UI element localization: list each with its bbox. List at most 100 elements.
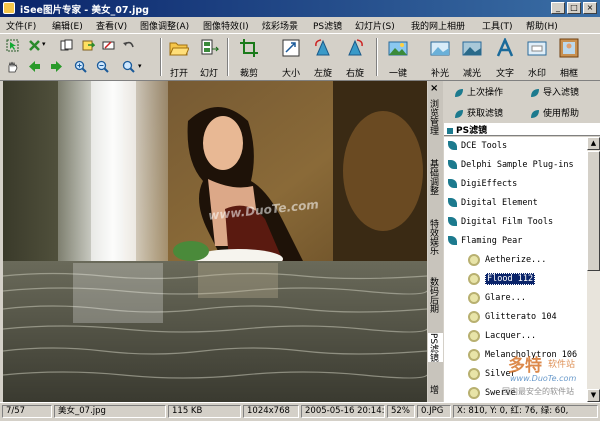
- tab-digital-post[interactable]: 数码后期: [428, 277, 443, 313]
- next-arrow-icon[interactable]: [50, 60, 63, 73]
- last-operation-button[interactable]: 上次操作: [454, 85, 503, 98]
- zoom-in-icon[interactable]: [74, 60, 87, 73]
- hand-pan-icon[interactable]: [6, 60, 19, 73]
- toolbar-separator: [160, 38, 162, 76]
- help-button[interactable]: 使用帮助: [530, 106, 579, 119]
- rotate-left-button[interactable]: 左旋: [307, 36, 339, 79]
- fill-light-icon: [430, 41, 450, 56]
- crop-button[interactable]: 裁剪: [233, 36, 265, 79]
- crop-icon: [240, 39, 258, 57]
- menu-image-adjust[interactable]: 图像调整(A): [140, 19, 189, 32]
- folder-leaf-icon: [448, 141, 457, 150]
- list-item[interactable]: Lacquer...: [468, 327, 536, 345]
- undo-icon[interactable]: [122, 39, 135, 52]
- rotate-left-icon: [315, 39, 330, 56]
- list-item[interactable]: DigiEffects: [448, 175, 517, 193]
- list-item[interactable]: Digital Element: [448, 194, 538, 212]
- open-button[interactable]: 打开: [163, 36, 195, 79]
- status-format: 0.JPG: [417, 405, 451, 418]
- list-item[interactable]: Glare...: [468, 289, 526, 307]
- zoom-out-icon[interactable]: [96, 60, 109, 73]
- list-item[interactable]: Flaming Pear: [448, 232, 522, 250]
- delete-icon[interactable]: [28, 39, 41, 52]
- minimize-button[interactable]: _: [551, 2, 565, 14]
- rotate-right-button[interactable]: 右旋: [339, 36, 371, 79]
- tab-effects[interactable]: 特效娱乐: [428, 219, 443, 255]
- slideshow-icon: [201, 39, 220, 55]
- menu-edit[interactable]: 编辑(E): [52, 19, 83, 32]
- status-filename: 美女_07.jpg: [54, 405, 166, 418]
- window-title: iSee图片专家 - 美女_07.jpg: [20, 5, 149, 16]
- tab-basic-adjust[interactable]: 基础调整: [428, 159, 443, 195]
- menu-web-album[interactable]: 我的网上相册: [411, 19, 465, 32]
- filter-actions: 上次操作 导入滤镜 获取滤镜 使用帮助: [444, 81, 600, 121]
- watermark-icon: [527, 41, 547, 56]
- scroll-down-icon[interactable]: ▼: [587, 389, 600, 402]
- menu-ps-filters[interactable]: PS滤镜: [313, 19, 342, 32]
- list-item[interactable]: Aetherize...: [468, 251, 546, 269]
- tab-browse[interactable]: 浏览管理: [428, 99, 443, 135]
- list-item[interactable]: Silver: [468, 365, 516, 383]
- watermark-button[interactable]: 水印: [521, 36, 553, 79]
- list-item-selected[interactable]: Flood 112: [468, 270, 536, 288]
- small-toolbar: ▾ ▾: [2, 36, 158, 78]
- move-icon[interactable]: [82, 39, 95, 52]
- previous-arrow-icon[interactable]: [28, 60, 41, 73]
- text-icon: [496, 36, 514, 57]
- folder-leaf-icon: [448, 160, 457, 169]
- list-item[interactable]: Melancholytron 106: [468, 346, 577, 364]
- scroll-up-icon[interactable]: ▲: [587, 137, 600, 150]
- fill-light-button[interactable]: 补光: [424, 36, 456, 79]
- toolbar-separator: [376, 38, 378, 76]
- get-filter-button[interactable]: 获取滤镜: [454, 106, 503, 119]
- tab-ps-filters[interactable]: PS滤镜: [428, 333, 443, 363]
- one-click-button[interactable]: 一键: [382, 36, 414, 79]
- rename-icon[interactable]: [102, 39, 115, 52]
- close-button[interactable]: ×: [583, 2, 597, 14]
- zoom-icon[interactable]: [122, 60, 135, 73]
- vertical-tabs: × 浏览管理 基础调整 特效娱乐 数码后期 PS滤镜 增: [428, 81, 443, 402]
- scroll-thumb[interactable]: [587, 151, 600, 271]
- image-canvas[interactable]: www.DuoTe.com: [3, 81, 427, 402]
- import-filter-button[interactable]: 导入滤镜: [530, 85, 579, 98]
- copy-icon[interactable]: [60, 39, 73, 52]
- slideshow-button[interactable]: 幻灯: [193, 36, 225, 79]
- filter-list-scrollbar[interactable]: ▲ ▼: [587, 137, 600, 402]
- filter-list[interactable]: DCE Tools Delphi Sample Plug-ins DigiEff…: [444, 137, 587, 402]
- close-icon[interactable]: ×: [430, 83, 438, 94]
- menu-file[interactable]: 文件(F): [6, 19, 36, 32]
- menu-help[interactable]: 帮助(H): [526, 19, 558, 32]
- list-item[interactable]: Delphi Sample Plug-ins: [448, 156, 574, 174]
- frame-button[interactable]: 相框: [553, 36, 585, 79]
- folder-leaf-icon: [448, 179, 457, 188]
- menu-image-effects[interactable]: 图像特效(I): [203, 19, 249, 32]
- list-item[interactable]: Digital Film Tools: [448, 213, 553, 231]
- menu-slideshow[interactable]: 幻灯片(S): [355, 19, 395, 32]
- select-icon[interactable]: [6, 39, 19, 52]
- status-index: 7/57: [2, 405, 52, 418]
- text-button[interactable]: 文字: [489, 36, 521, 79]
- resize-button[interactable]: 大小: [275, 36, 307, 79]
- zoom-dropdown-arrow-icon[interactable]: ▾: [138, 62, 142, 70]
- frame-icon: [559, 38, 579, 58]
- filter-coin-icon: [468, 310, 480, 323]
- toolbar-separator: [227, 38, 229, 76]
- open-folder-icon: [169, 42, 190, 56]
- tab-more[interactable]: 增: [428, 385, 443, 394]
- toolbar: ▾ ▾ 打开 幻灯 裁剪 大小 左旋 右旋 一键 补光 减光 文字 水印 相框: [0, 34, 600, 81]
- leaf-icon: [455, 88, 463, 97]
- list-item[interactable]: DCE Tools: [448, 137, 507, 155]
- menu-bar: 文件(F) 编辑(E) 查看(V) 图像调整(A) 图像特效(I) 炫彩场景 P…: [0, 17, 600, 34]
- menu-scenes[interactable]: 炫彩场景: [262, 19, 298, 32]
- list-item[interactable]: Swerve: [468, 384, 516, 402]
- menu-tools[interactable]: 工具(T): [482, 19, 513, 32]
- reduce-light-button[interactable]: 减光: [456, 36, 488, 79]
- filter-coin-icon: [468, 291, 480, 304]
- dropdown-arrow-icon[interactable]: ▾: [42, 40, 46, 48]
- maximize-button[interactable]: □: [567, 2, 581, 14]
- title-bar: iSee图片专家 - 美女_07.jpg _ □ ×: [0, 0, 600, 17]
- list-item[interactable]: Glitterato 104: [468, 308, 557, 326]
- filter-coin-icon: [468, 272, 480, 285]
- one-click-icon: [388, 41, 408, 56]
- menu-view[interactable]: 查看(V): [96, 19, 127, 32]
